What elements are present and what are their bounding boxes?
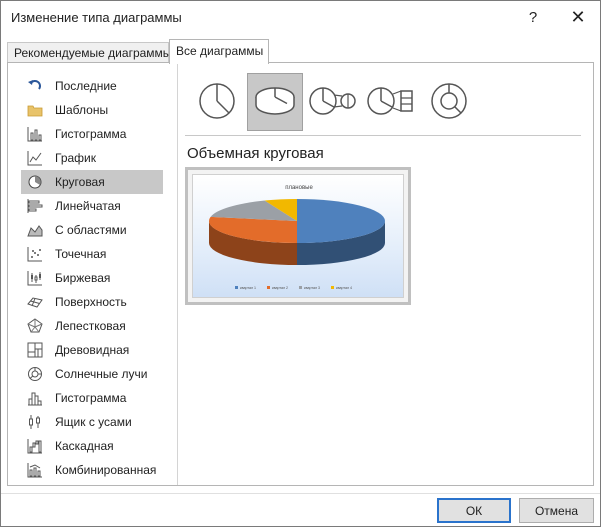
tab-all-charts[interactable]: Все диаграммы: [169, 39, 269, 64]
radar-chart-icon: [27, 318, 43, 334]
sidebar-item-radar[interactable]: Лепестковая: [21, 314, 163, 338]
selected-chart-type-label: Объемная круговая: [187, 145, 324, 162]
doughnut-icon: [429, 81, 469, 124]
pie-of-pie-icon: [308, 81, 358, 124]
sidebar-item-label: Ящик с усами: [55, 415, 132, 429]
sidebar-item-label: Круговая: [55, 175, 105, 189]
surface-chart-icon: [27, 294, 43, 310]
legend-label: квартал 1: [240, 286, 256, 290]
folder-icon: [27, 102, 43, 118]
chart-preview[interactable]: плановые квартал 1 квартал 2 квартал 3 квар…: [185, 167, 411, 305]
footer-divider: [1, 493, 600, 494]
sidebar-item-column[interactable]: Гистограмма: [21, 122, 163, 146]
bar-chart-icon: [27, 198, 43, 214]
subtype-bar-of-pie[interactable]: [363, 73, 419, 131]
sidebar-item-recent[interactable]: Последние: [21, 74, 163, 98]
area-chart-icon: [27, 222, 43, 238]
legend-label: квартал 3: [304, 286, 320, 290]
sidebar-item-label: Комбинированная: [55, 463, 157, 477]
gallery-divider: [185, 135, 581, 136]
pie-3d-icon: [253, 81, 297, 124]
sidebar-item-surface[interactable]: Поверхность: [21, 290, 163, 314]
sidebar-item-label: Каскадная: [55, 439, 114, 453]
sidebar-item-label: График: [55, 151, 96, 165]
legend-swatch: [299, 286, 302, 289]
scatter-chart-icon: [27, 246, 43, 262]
chart-type-panel: Объемная круговая плановые квартал 1 квар…: [179, 63, 593, 485]
chart-category-list: Последние Шаблоны Гистограмма График Кру…: [8, 63, 178, 485]
chart-title: плановые: [285, 185, 313, 191]
sidebar-item-box-whisker[interactable]: Ящик с усами: [21, 410, 163, 434]
ok-button[interactable]: ОК: [437, 498, 511, 523]
sidebar-item-templates[interactable]: Шаблоны: [21, 98, 163, 122]
sidebar-item-pie[interactable]: Круговая: [21, 170, 163, 194]
sidebar-item-label: Лепестковая: [55, 319, 126, 333]
chart-preview-canvas: плановые квартал 1 квартал 2 квартал 3 квар…: [192, 174, 404, 298]
waterfall-chart-icon: [27, 438, 43, 454]
sidebar-item-treemap[interactable]: Древовидная: [21, 338, 163, 362]
sidebar-item-combo[interactable]: Комбинированная: [21, 458, 163, 482]
cancel-button[interactable]: Отмена: [519, 498, 594, 523]
sidebar-item-label: Шаблоны: [55, 103, 109, 117]
sidebar-item-label: Гистограмма: [55, 391, 127, 405]
line-chart-icon: [27, 150, 43, 166]
sidebar-item-line[interactable]: График: [21, 146, 163, 170]
histogram-chart-icon: [27, 390, 43, 406]
sidebar-item-label: Последние: [55, 79, 117, 93]
legend-swatch: [235, 286, 238, 289]
column-chart-icon: [27, 126, 43, 142]
sidebar-item-label: Поверхность: [55, 295, 127, 309]
preview-pie-chart: плановые квартал 1 квартал 2 квартал 3 квар…: [209, 185, 385, 290]
pie-chart-icon: [27, 174, 43, 190]
sidebar-item-label: С областями: [55, 223, 127, 237]
tab-content: Последние Шаблоны Гистограмма График Кру…: [7, 62, 594, 486]
subtype-pie-of-pie[interactable]: [305, 73, 361, 131]
change-chart-type-dialog: Изменение типа диаграммы ? ✕ Рекомендуем…: [0, 0, 601, 527]
sidebar-item-label: Древовидная: [55, 343, 130, 357]
sidebar-item-sunburst[interactable]: Солнечные лучи: [21, 362, 163, 386]
pie-2d-icon: [197, 81, 237, 124]
subtype-doughnut[interactable]: [421, 73, 477, 131]
legend-label: квартал 4: [336, 286, 352, 290]
sidebar-item-area[interactable]: С областями: [21, 218, 163, 242]
sidebar-item-label: Точечная: [55, 247, 107, 261]
sidebar-item-label: Гистограмма: [55, 127, 127, 141]
stock-chart-icon: [27, 270, 43, 286]
sidebar-item-scatter[interactable]: Точечная: [21, 242, 163, 266]
sunburst-chart-icon: [27, 366, 43, 382]
subtype-pie-2d[interactable]: [189, 73, 245, 131]
legend-swatch: [267, 286, 270, 289]
tab-recommended-charts[interactable]: Рекомендуемые диаграммы: [7, 42, 171, 63]
close-button[interactable]: ✕: [559, 1, 597, 33]
sidebar-item-histogram[interactable]: Гистограмма: [21, 386, 163, 410]
bar-of-pie-icon: [366, 81, 416, 124]
sidebar-item-bar[interactable]: Линейчатая: [21, 194, 163, 218]
sidebar-item-label: Биржевая: [55, 271, 111, 285]
sidebar-item-stock[interactable]: Биржевая: [21, 266, 163, 290]
dialog-title: Изменение типа диаграммы: [11, 10, 182, 25]
chart-subtype-gallery: [189, 73, 489, 131]
recent-icon: [27, 78, 43, 94]
sidebar-item-label: Солнечные лучи: [55, 367, 148, 381]
sidebar-item-label: Линейчатая: [55, 199, 121, 213]
box-whisker-chart-icon: [27, 414, 43, 430]
subtype-pie-3d[interactable]: [247, 73, 303, 131]
legend-swatch: [331, 286, 334, 289]
legend-label: квартал 2: [272, 286, 288, 290]
tab-strip: Рекомендуемые диаграммы Все диаграммы: [1, 39, 600, 64]
help-button[interactable]: ?: [514, 1, 552, 33]
combo-chart-icon: [27, 462, 43, 478]
sidebar-item-waterfall[interactable]: Каскадная: [21, 434, 163, 458]
treemap-chart-icon: [27, 342, 43, 358]
title-bar: Изменение типа диаграммы ? ✕: [1, 1, 600, 33]
